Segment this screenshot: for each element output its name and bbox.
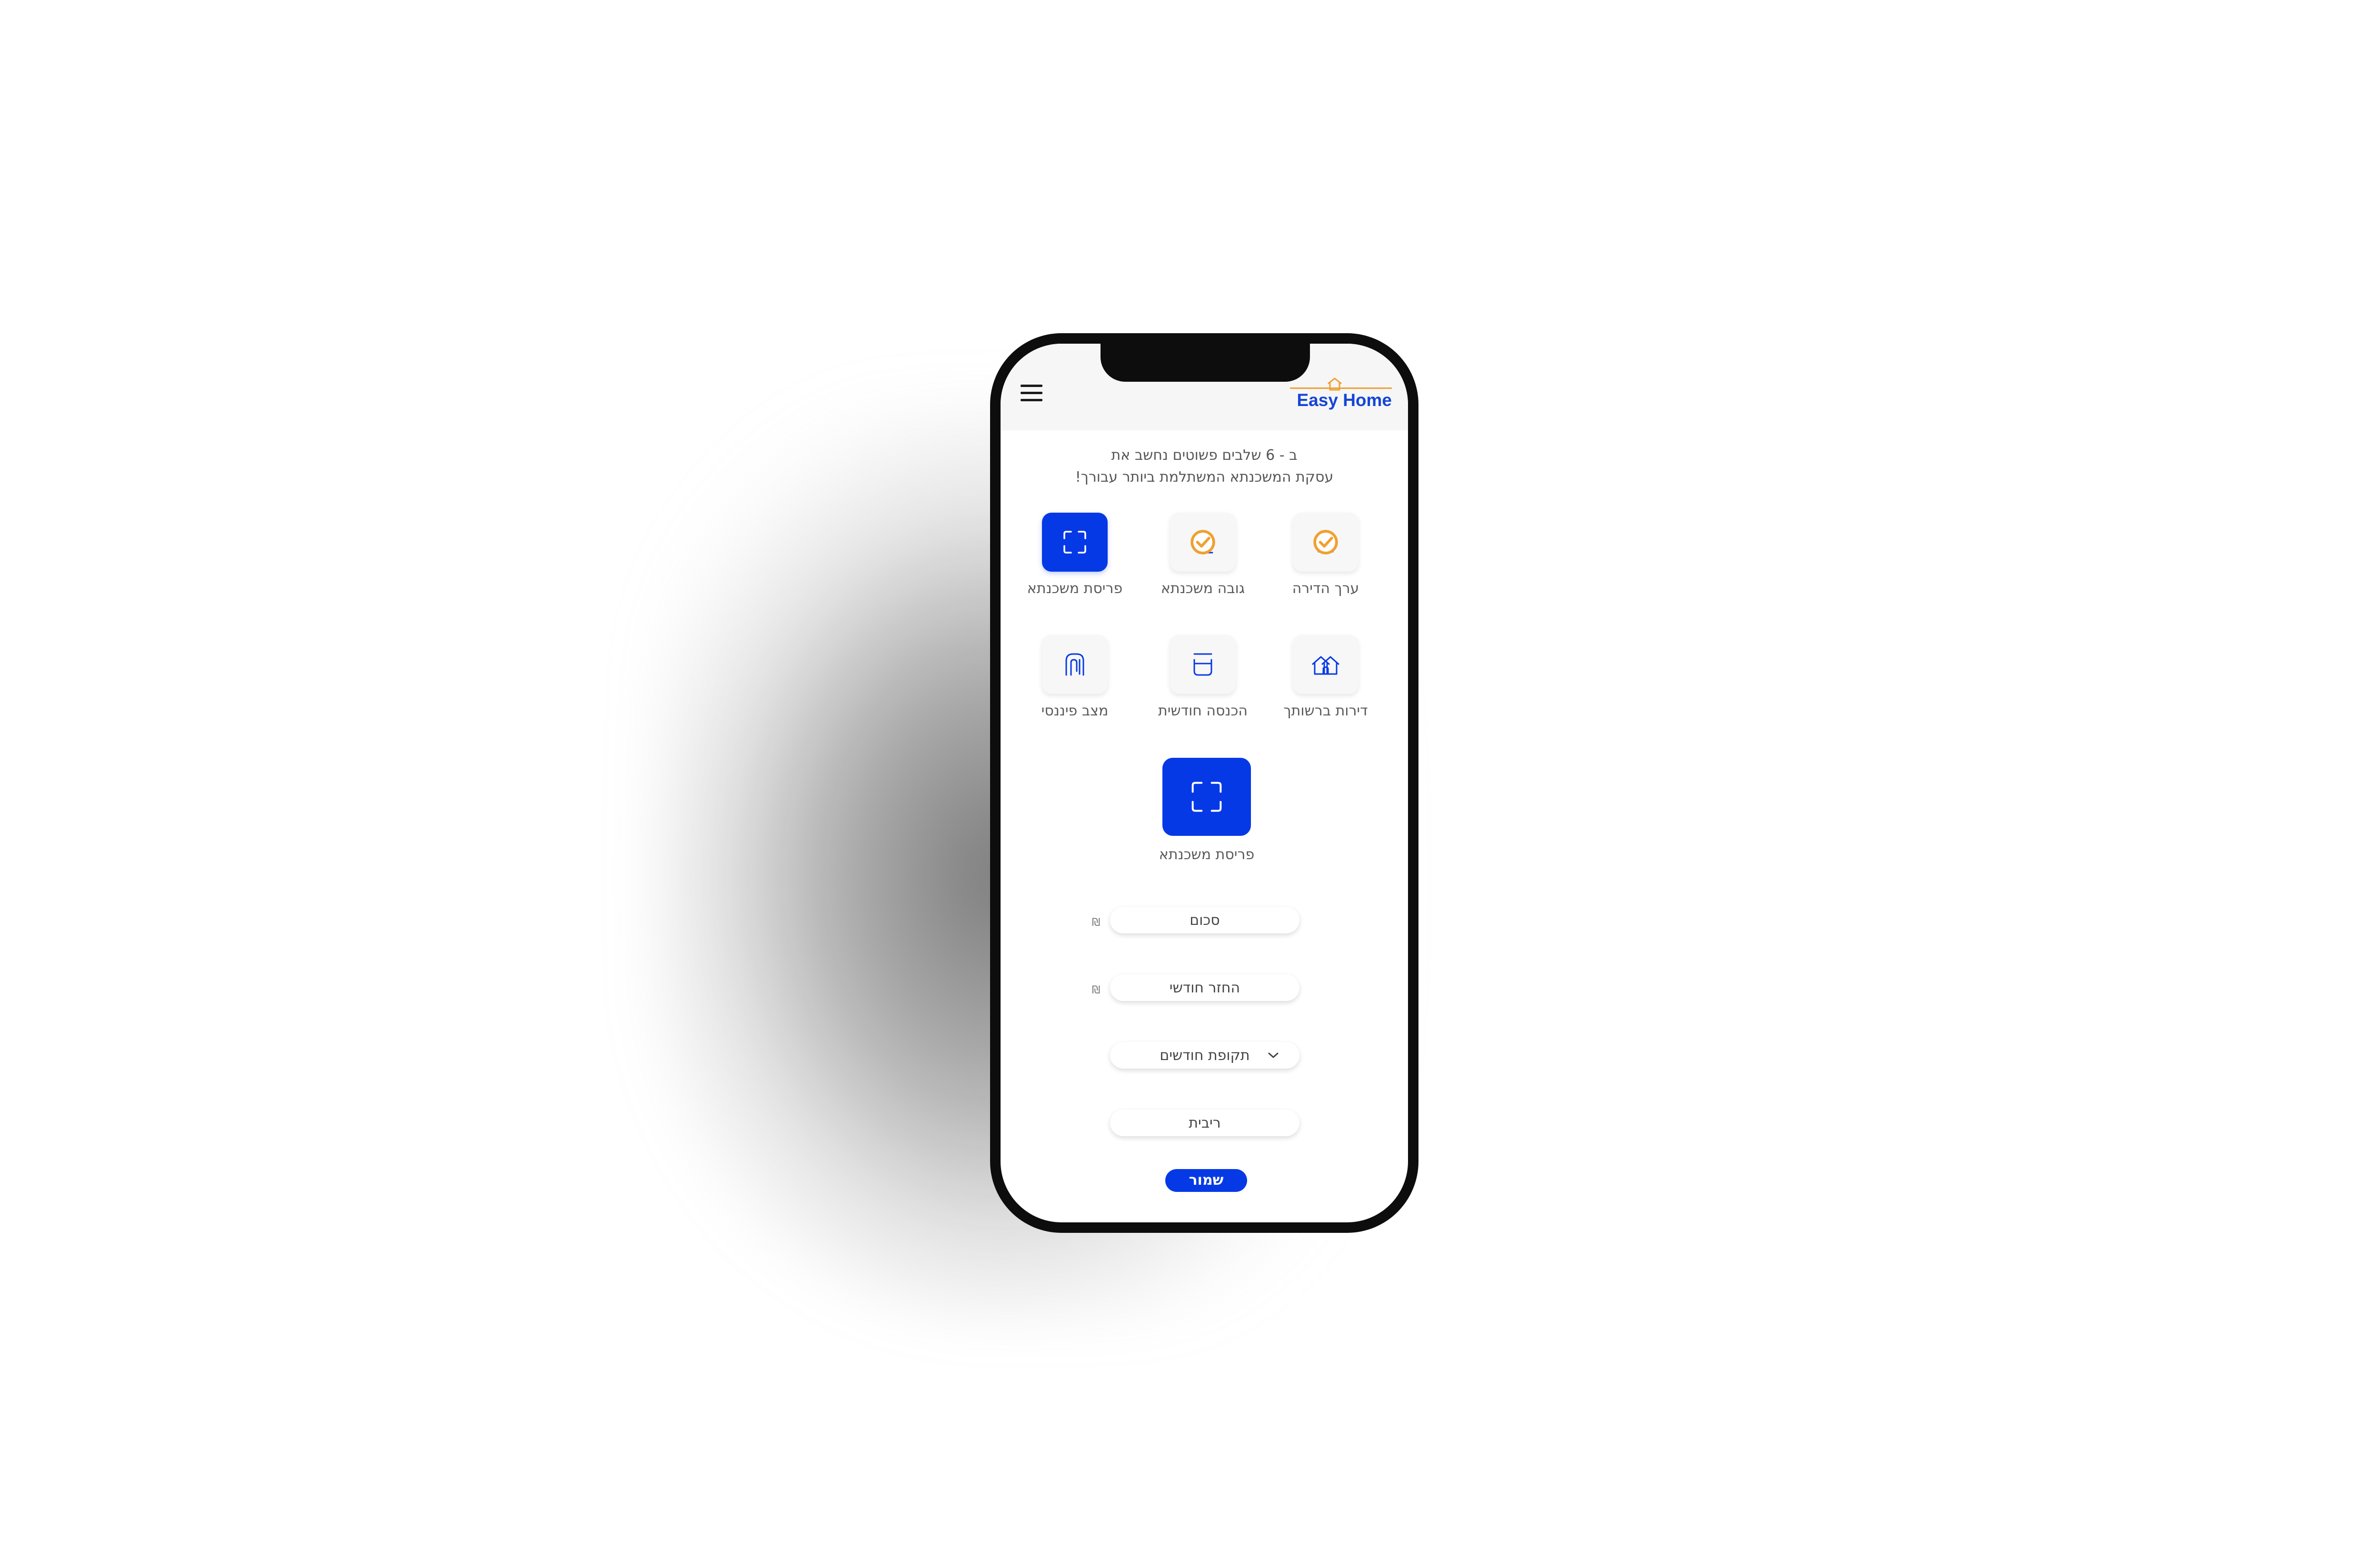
logo-text: Easy Home [1297,390,1392,410]
current-step-tile[interactable] [1162,758,1251,836]
step-tile [1170,635,1236,694]
logo-house-icon [1328,377,1342,391]
phone-frame: Easy Home ב - 6 שלבים פשוטים נחשב את עסק… [990,333,1418,1233]
step-label: מצב פיננסי [1041,703,1109,719]
step-financial-status[interactable]: מצב פיננסי [1020,635,1130,744]
phone-screen: Easy Home ב - 6 שלבים פשוטים נחשב את עסק… [1001,344,1408,1222]
currency-symbol: ₪ [1092,984,1101,996]
frame-icon [1191,782,1222,812]
current-step-label: פריסת משכנתא [1159,846,1255,863]
step-label: דירות ברשותך [1283,703,1368,719]
step-label: הכנסה חודשית [1158,703,1248,719]
step-apartment-value[interactable]: ערך הדירה [1271,513,1380,622]
save-button[interactable]: שמור [1165,1169,1247,1192]
step-tile-active [1042,513,1108,572]
intro-line-1: ב - 6 שלבים פשוטים נחשב את [1111,447,1298,464]
step-label: גובה משכנתא [1160,580,1245,597]
step-tile [1170,513,1236,572]
interest-input[interactable] [1110,1110,1299,1136]
tray-icon [1193,653,1212,676]
stage: Easy Home ב - 6 שלבים פשוטים נחשב את עסק… [0,0,2380,1547]
interest-field[interactable] [1110,1110,1299,1136]
monthly-payment-field[interactable] [1110,974,1299,1001]
check-badge-icon [1190,530,1215,555]
step-mortgage-spread[interactable]: פריסת משכנתא [1020,513,1130,622]
check-badge-icon [1313,530,1338,555]
frame-icon [1063,531,1086,554]
amount-field[interactable] [1110,907,1299,933]
intro-line-2: עסקת המשכנתא המשתלמת ביותר עבורך! [1075,469,1334,486]
step-tile [1293,635,1359,694]
step-tile [1042,635,1108,694]
monthly-payment-input[interactable] [1110,974,1299,1001]
step-tile [1293,513,1359,572]
step-monthly-income[interactable]: הכנסה חודשית [1148,635,1258,744]
currency-symbol: ₪ [1092,917,1101,929]
intro-text: ב - 6 שלבים פשוטים נחשב את עסקת המשכנתא … [1001,445,1408,488]
houses-icon [1312,656,1339,675]
step-owned-apartments[interactable]: דירות ברשותך [1271,635,1380,744]
step-label: ערך הדירה [1292,580,1359,597]
step-label: פריסת משכנתא [1027,580,1123,597]
hamburger-menu-icon[interactable] [1021,385,1042,402]
logo: Easy Home [1287,374,1392,412]
clip-icon [1065,653,1084,676]
chevron-down-icon [1268,1052,1279,1058]
phone-notch [1101,344,1310,382]
step-mortgage-amount[interactable]: גובה משכנתא [1148,513,1258,622]
amount-input[interactable] [1110,907,1299,933]
period-months-select[interactable]: תקופת חודשים [1110,1042,1299,1069]
